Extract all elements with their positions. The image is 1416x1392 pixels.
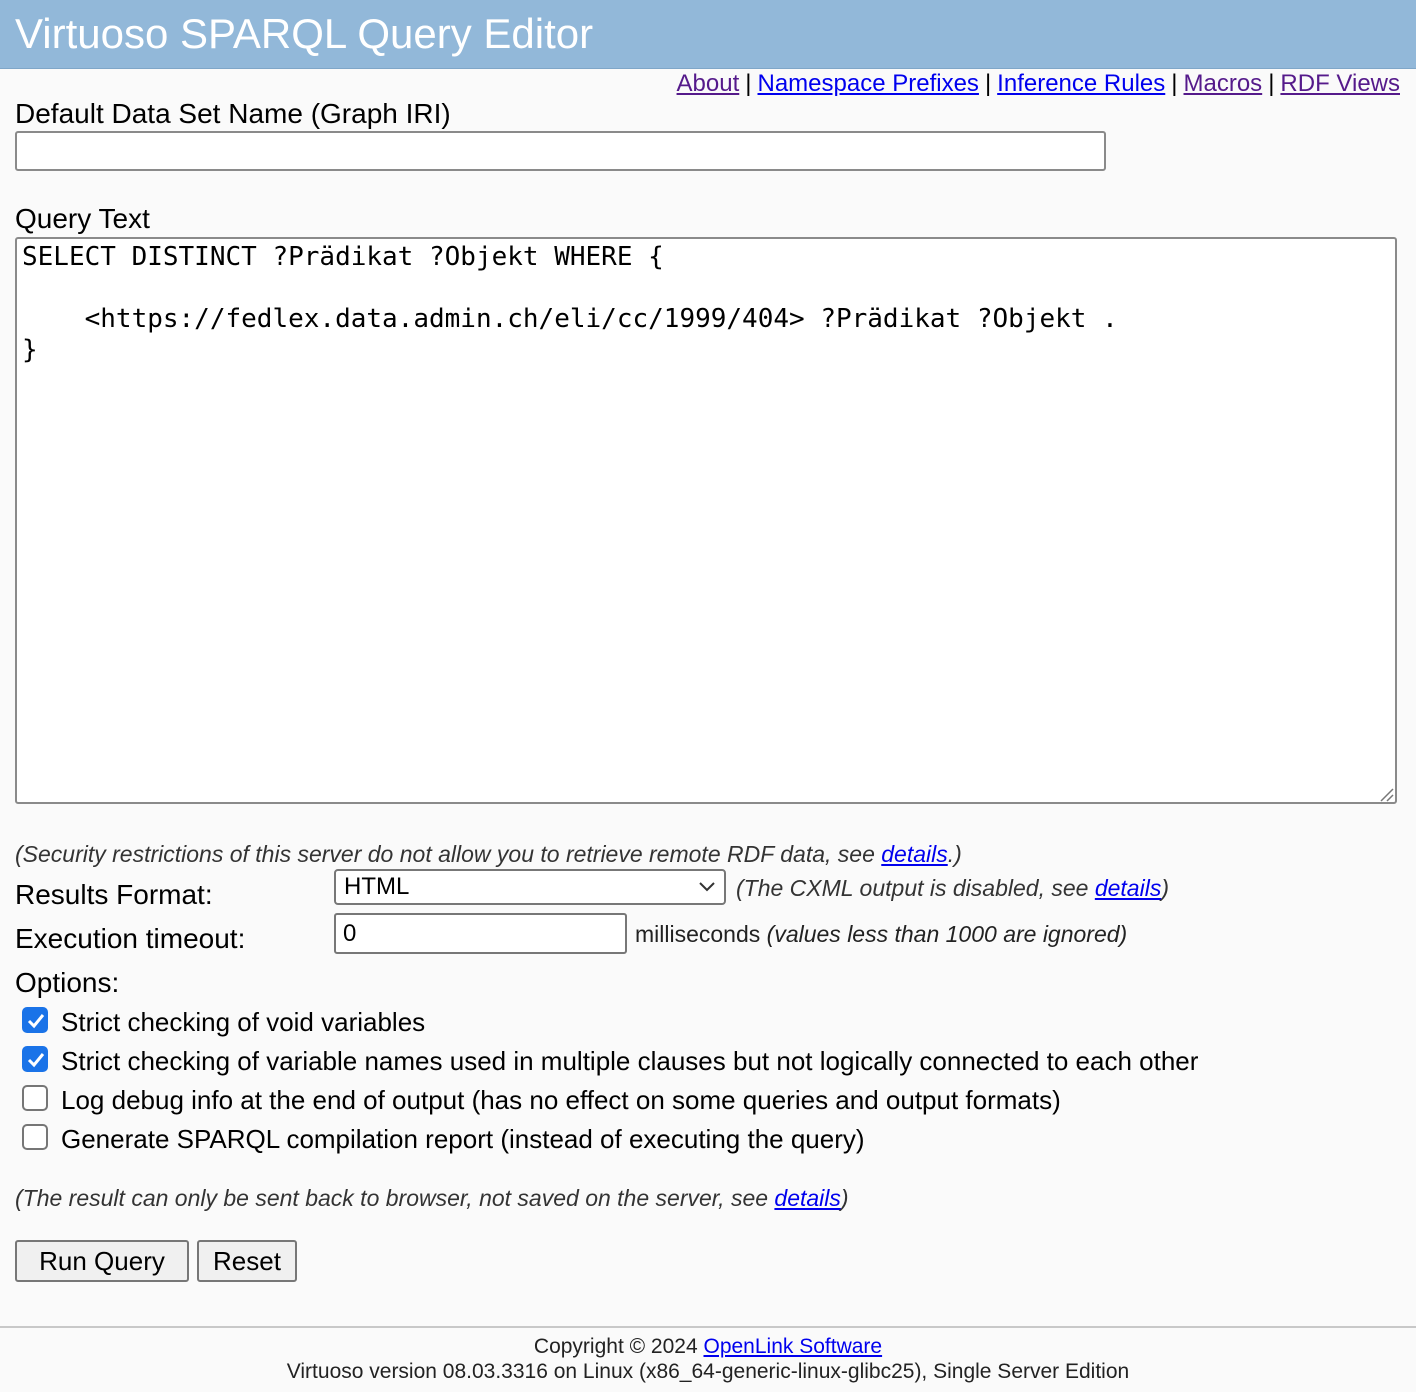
separator: | [984,70,992,97]
cxml-note: (The CXML output is disabled, see detail… [736,874,1169,902]
copyright-text: Copyright © 2024 [533,1335,698,1358]
openlink-software-link[interactable]: OpenLink Software [703,1335,882,1358]
strict-variable-names-checkbox[interactable] [22,1046,48,1072]
footer-divider [0,1326,1416,1328]
graph-iri-label: Default Data Set Name (Graph IRI) [15,98,451,129]
reset-button[interactable]: Reset [197,1240,297,1282]
cxml-details-link[interactable]: details [1095,875,1161,901]
chevron-down-icon [699,882,715,892]
result-note-suffix: ) [840,1185,849,1211]
log-debug-info-label: Log debug info at the end of output (has… [61,1085,1061,1115]
compilation-report-label: Generate SPARQL compilation report (inst… [61,1124,865,1154]
separator: | [745,70,752,97]
graph-iri-input[interactable] [15,131,1106,171]
top-nav: About | Namespace Prefixes | Inference Rules… [677,70,1400,98]
strict-void-variables-label: Strict checking of void variables [61,1007,426,1037]
page-header: Virtuoso SPARQL Query Editor [0,0,1416,69]
options-label: Options: [15,967,120,998]
security-note-text: (Security restrictions of this server do… [15,841,882,867]
results-format-label: Results Format: [15,879,213,910]
resize-grip-icon[interactable] [1378,786,1394,802]
query-text-label: Query Text [15,203,150,234]
timeout-hint: (values less than 1000 are ignored) [766,921,1128,947]
separator: | [1171,70,1178,97]
security-details-link[interactable]: details [881,841,947,867]
namespace-prefixes-link[interactable]: Namespace Prefixes [758,70,979,97]
page-title: Virtuoso SPARQL Query Editor [15,10,594,57]
inference-rules-link[interactable]: Inference Rules [997,70,1165,97]
macros-link[interactable]: Macros [1184,70,1263,97]
strict-variable-names-label: Strict checking of variable names used i… [61,1046,1199,1076]
result-note: (The result can only be sent back to bro… [15,1184,849,1212]
security-note-suffix: .) [947,841,962,867]
cxml-note-suffix: ) [1161,875,1169,901]
strict-void-variables-checkbox[interactable] [22,1007,48,1033]
timeout-unit: milliseconds [635,921,761,947]
checkmark-icon [27,1053,45,1068]
security-note: (Security restrictions of this server do… [15,840,962,868]
execution-timeout-label: Execution timeout: [15,923,246,954]
about-link[interactable]: About [677,70,740,97]
cxml-note-text: (The CXML output is disabled, see [736,875,1095,901]
footer-copyright: Copyright © 2024 OpenLink Software [0,1334,1416,1359]
timeout-note: milliseconds (values less than 1000 are … [635,920,1127,948]
run-query-button[interactable]: Run Query [15,1240,189,1282]
separator: | [1268,70,1275,97]
footer-version: Virtuoso version 08.03.3316 on Linux (x8… [286,1360,1130,1383]
results-format-value: HTML [344,873,410,900]
log-debug-info-checkbox[interactable] [22,1085,48,1111]
result-note-text: (The result can only be sent back to bro… [15,1185,775,1211]
result-details-link[interactable]: details [774,1185,840,1211]
query-text-area[interactable]: SELECT DISTINCT ?Prädikat ?Objekt WHERE … [15,237,1397,804]
results-format-select[interactable]: HTML [334,869,726,905]
execution-timeout-input[interactable] [334,913,627,954]
checkmark-icon [27,1014,45,1029]
rdf-views-link[interactable]: RDF Views [1280,70,1400,97]
compilation-report-checkbox[interactable] [22,1124,48,1150]
